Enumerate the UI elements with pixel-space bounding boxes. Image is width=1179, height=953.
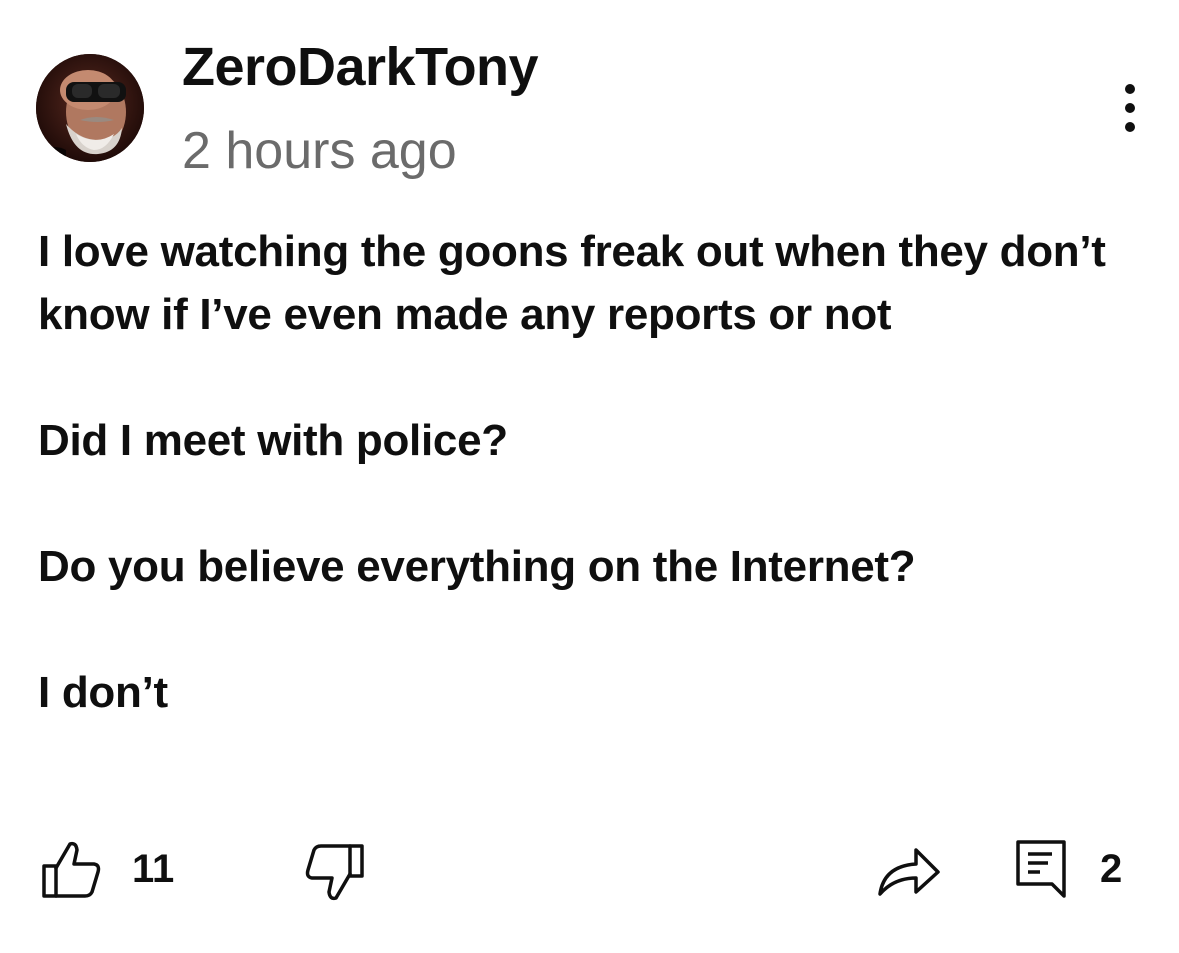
comment-timestamp: 2 hours ago: [182, 122, 457, 180]
reply-button[interactable]: [1012, 838, 1072, 902]
comment-paragraph: Did I meet with police?: [38, 416, 508, 465]
comment-paragraph: Do you believe everything on the Interne…: [38, 542, 916, 591]
dislike-button[interactable]: [304, 842, 366, 904]
author-name[interactable]: ZeroDarkTony: [182, 34, 539, 100]
comment-reply-icon: [1016, 840, 1066, 898]
reply-count: 2: [1100, 847, 1123, 891]
thumbs-down-icon: [305, 844, 364, 901]
thumbs-up-icon: [42, 841, 101, 898]
comment-paragraph: I don’t: [38, 668, 168, 717]
comment-paragraph: I love watching the goons freak out when…: [38, 227, 1106, 339]
like-count: 11: [132, 847, 175, 891]
more-options-button[interactable]: [1106, 80, 1154, 136]
share-button[interactable]: [876, 842, 942, 900]
comment-card: ZeroDarkTony 2 hours ago I love watching…: [0, 0, 1179, 953]
share-arrow-icon: [878, 848, 940, 896]
like-button[interactable]: [40, 838, 102, 900]
more-vertical-icon: [1125, 84, 1135, 132]
comment-body: I love watching the goons freak out when…: [38, 220, 1148, 724]
user-avatar-image: [36, 54, 144, 162]
avatar[interactable]: [36, 54, 144, 162]
